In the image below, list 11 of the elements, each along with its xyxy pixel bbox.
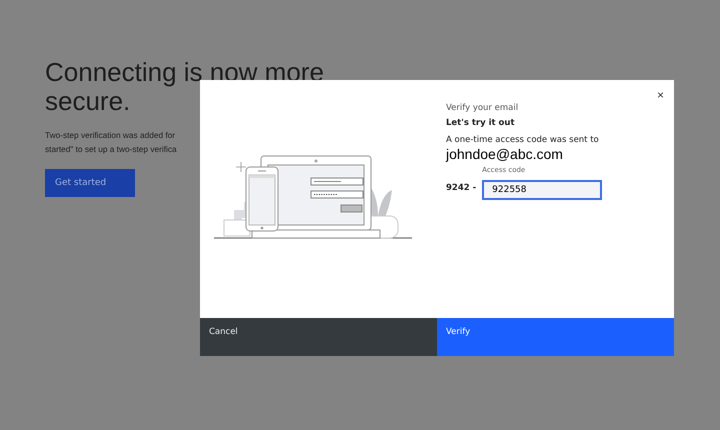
access-code-field[interactable]: 922558 (482, 180, 602, 200)
get-started-button[interactable]: Get started (45, 169, 135, 197)
code-prefix: 9242 - (446, 183, 476, 195)
email-address: johndoe@abc.com (446, 146, 564, 162)
verify-button[interactable]: Verify (437, 318, 674, 356)
dialog-subtitle: Let's try it out (446, 118, 516, 128)
dialog-title: Verify your email (446, 103, 520, 113)
message-text: A one-time access code was sent to (446, 135, 600, 145)
cancel-button[interactable]: Cancel (200, 318, 437, 356)
description-text: Two-step verification was added for started" to set up a two-step verifica (45, 129, 177, 156)
close-button[interactable]: × (654, 88, 666, 102)
